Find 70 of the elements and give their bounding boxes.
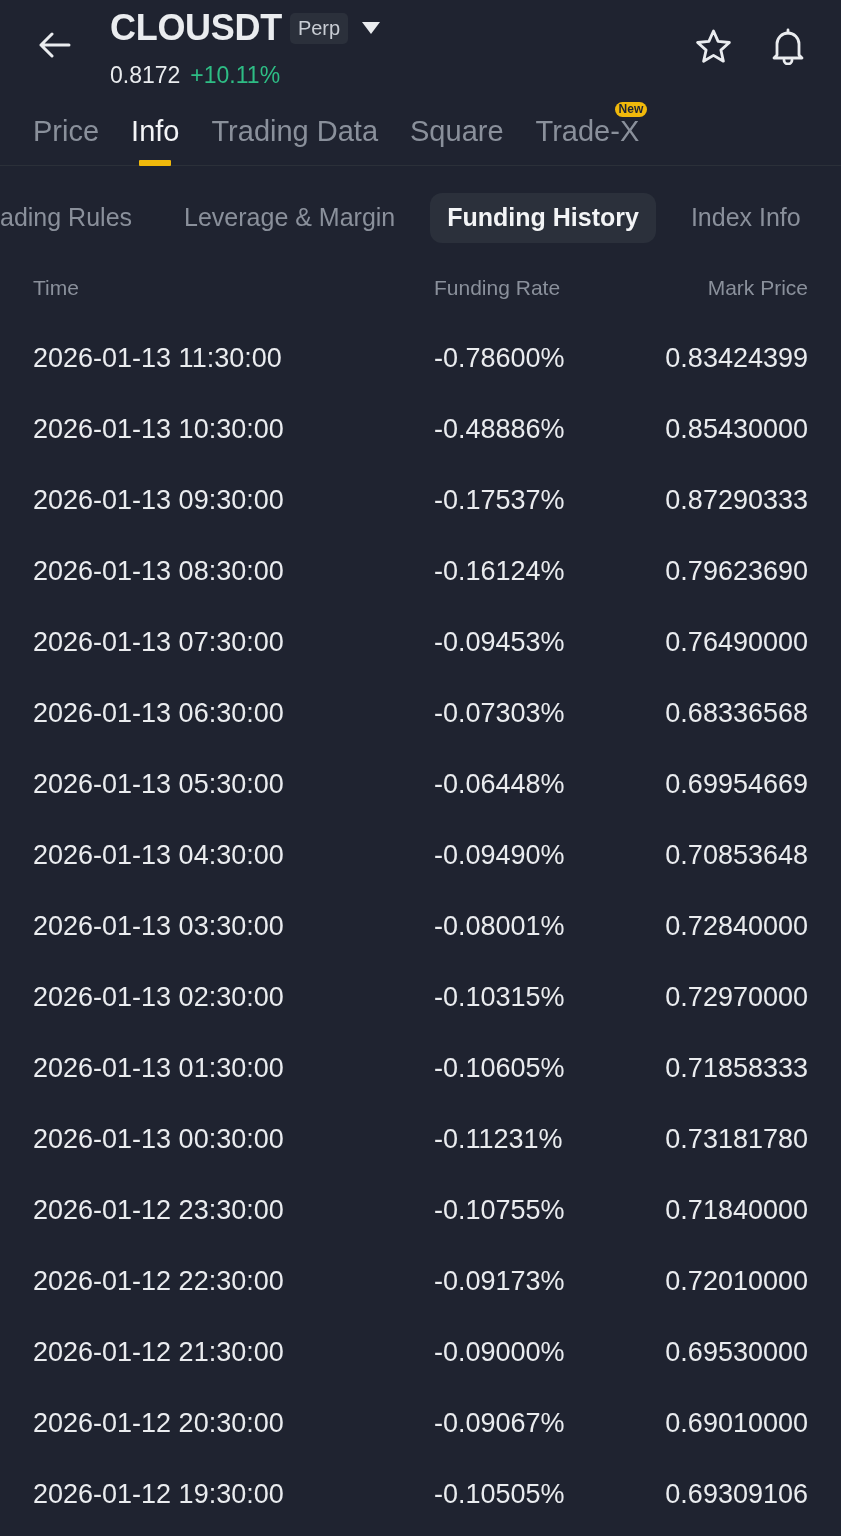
mark-price-cell-text: 0.87290333	[665, 484, 808, 518]
mark-price-cell-text: 0.72010000	[665, 1265, 808, 1299]
time-cell-text: 2026-01-12 21:30:00	[33, 1336, 285, 1370]
time-cell-text: 2026-01-12 19:30:00	[33, 1478, 285, 1512]
funding-rate-cell-text: -0.10505%	[434, 1478, 566, 1512]
time-cell-text: 2026-01-13 07:30:00	[33, 626, 285, 660]
column-header: Time	[33, 275, 80, 302]
sub-tab[interactable]: ading Rules	[0, 193, 150, 243]
mark-price-cell-text: 0.68336568	[665, 697, 808, 731]
funding-rate-cell-text: -0.78600%	[434, 342, 566, 376]
back-arrow-icon[interactable]	[38, 32, 71, 58]
time-cell-text: 2026-01-13 05:30:00	[33, 768, 285, 802]
funding-rate-cell-text: -0.10755%	[434, 1194, 566, 1228]
mark-price-cell-text: 0.69530000	[665, 1336, 808, 1370]
time-cell-text: 2026-01-13 08:30:00	[33, 555, 285, 589]
tab[interactable]: Square	[410, 95, 504, 166]
mark-price-cell-text: 0.79623690	[665, 555, 808, 589]
funding-rate-cell-text: -0.07303%	[434, 697, 566, 731]
funding-rate-cell-text: -0.16124%	[434, 555, 566, 589]
sub-tab[interactable]: Funding History	[430, 193, 656, 243]
caret-down-icon[interactable]	[362, 22, 381, 34]
funding-rate-cell-text: -0.10605%	[434, 1052, 566, 1086]
time-cell-text: 2026-01-13 09:30:00	[33, 484, 285, 518]
time-cell-text: 2026-01-13 10:30:00	[33, 413, 285, 447]
mark-price-cell-text: 0.73181780	[665, 1123, 808, 1157]
mark-price-cell-text: 0.76490000	[665, 626, 808, 660]
mark-price-cell-text: 0.69309106	[665, 1478, 808, 1512]
funding-rate-cell-text: -0.09173%	[434, 1265, 566, 1299]
mark-price-cell-text: 0.72840000	[665, 910, 808, 944]
mark-price-cell-text: 0.71858333	[665, 1052, 808, 1086]
funding-rate-cell-text: -0.11231%	[434, 1123, 564, 1157]
contract-type-tag: Perp	[289, 12, 349, 44]
funding-rate-cell-text: -0.08001%	[434, 910, 566, 944]
mark-price-cell-text: 0.70853648	[665, 839, 808, 873]
mark-price-cell-text: 0.85430000	[665, 413, 808, 447]
tab[interactable]: Trading Data	[211, 95, 379, 166]
funding-rate-cell-text: -0.10315%	[434, 981, 566, 1015]
funding-rate-cell-text: -0.06448%	[434, 768, 566, 802]
tab[interactable]: Info	[131, 95, 180, 166]
funding-rate-cell-text: -0.09490%	[434, 839, 566, 873]
funding-rate-cell-text: -0.09000%	[434, 1336, 566, 1370]
time-cell-text: 2026-01-13 02:30:00	[33, 981, 285, 1015]
time-cell-text: 2026-01-13 03:30:00	[33, 910, 285, 944]
funding-rate-cell-text: -0.09453%	[434, 626, 566, 660]
time-cell-text: 2026-01-13 06:30:00	[33, 697, 285, 731]
mark-price-cell-text: 0.72970000	[665, 981, 808, 1015]
time-cell-text: 2026-01-13 01:30:00	[33, 1052, 285, 1086]
mark-price-cell-text: 0.69954669	[665, 768, 808, 802]
mark-price-cell-text: 0.83424399	[665, 342, 808, 376]
time-cell-text: 2026-01-13 11:30:00	[33, 342, 283, 376]
sub-tab[interactable]: Leverage & Margin	[167, 193, 413, 243]
time-cell-text: 2026-01-12 22:30:00	[33, 1265, 285, 1299]
price-change: +10.11%	[190, 61, 281, 90]
mark-price-cell-text: 0.71840000	[665, 1194, 808, 1228]
last-price: 0.8172	[110, 61, 181, 90]
funding-rate-cell-text: -0.09067%	[434, 1407, 566, 1441]
symbol-title: CLOUSDT	[110, 8, 282, 48]
column-header: Mark Price	[706, 275, 808, 302]
time-cell-text: 2026-01-13 00:30:00	[33, 1123, 285, 1157]
time-cell-text: 2026-01-13 04:30:00	[33, 839, 285, 873]
new-badge: New	[614, 102, 648, 117]
tab[interactable]: Price	[33, 95, 100, 166]
mark-price-cell-text: 0.69010000	[665, 1407, 808, 1441]
sub-tab[interactable]: Index Info	[673, 193, 818, 243]
time-cell-text: 2026-01-12 20:30:00	[33, 1407, 285, 1441]
column-header: Funding Rate	[434, 275, 562, 302]
time-cell-text: 2026-01-12 23:30:00	[33, 1194, 285, 1228]
star-icon[interactable]	[695, 29, 732, 64]
funding-rate-cell-text: -0.48886%	[434, 413, 566, 447]
funding-rate-cell-text: -0.17537%	[434, 484, 566, 518]
